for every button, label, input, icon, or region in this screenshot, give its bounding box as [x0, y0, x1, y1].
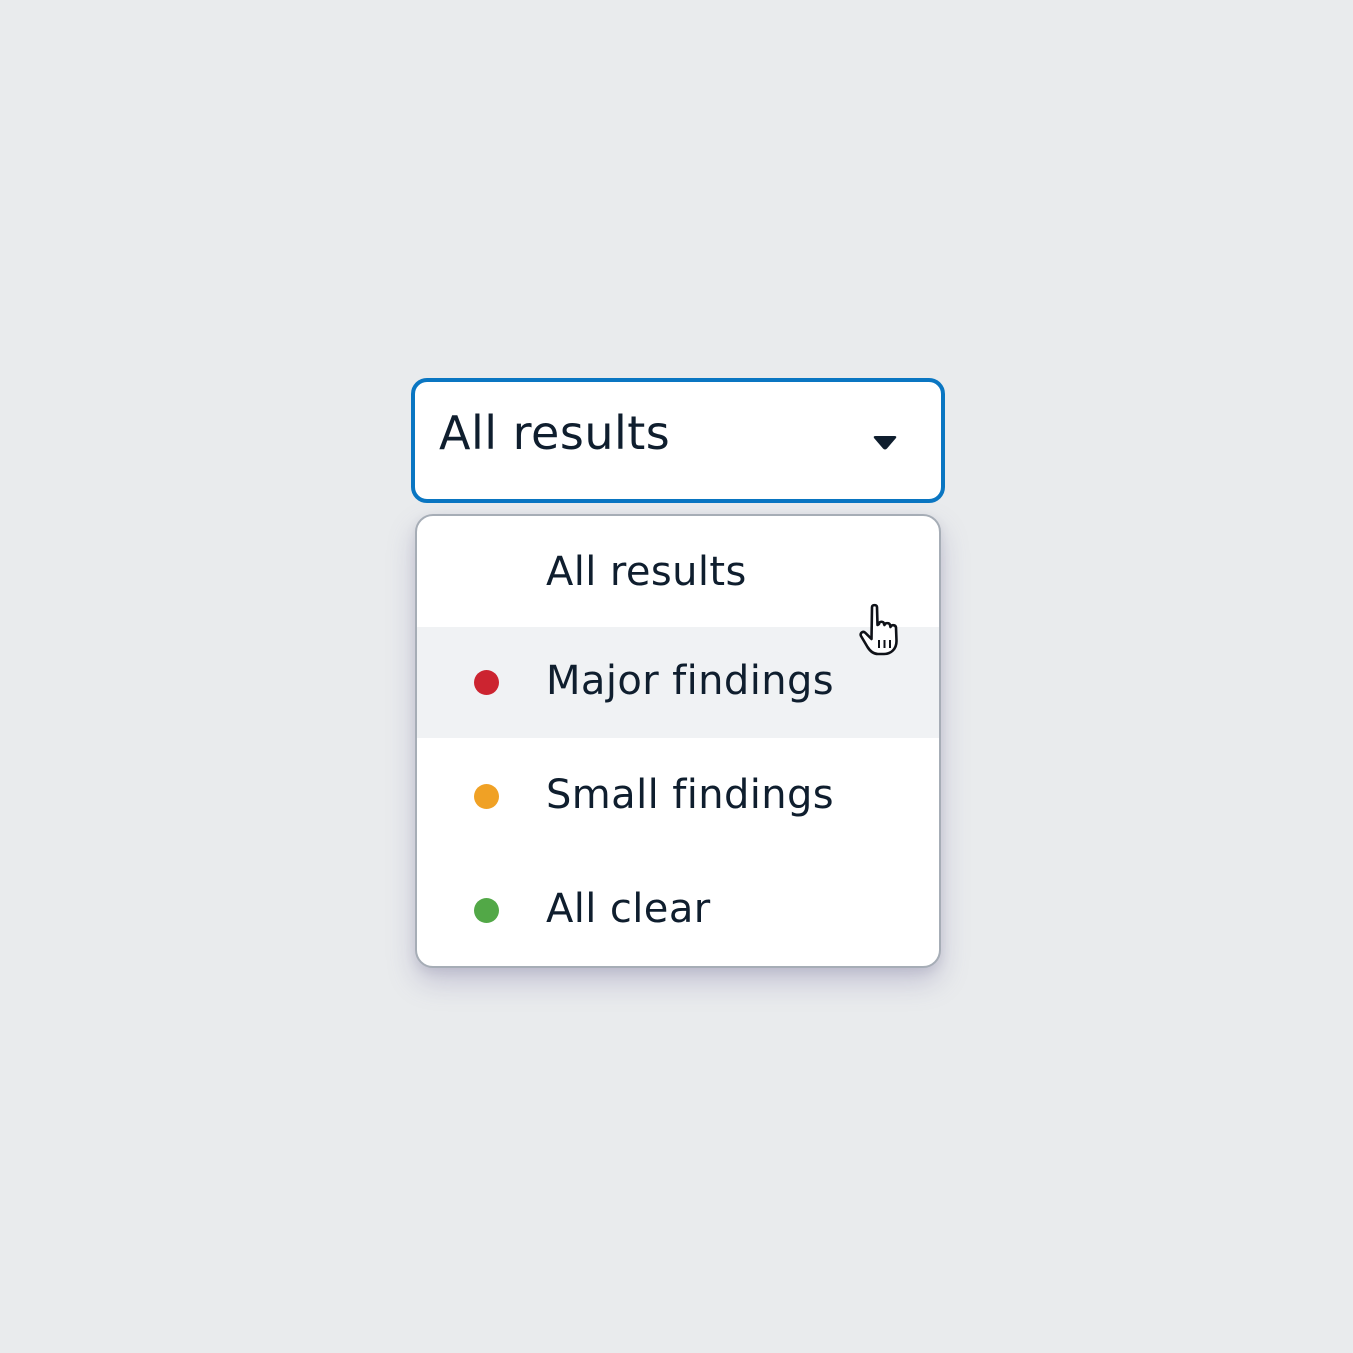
results-filter-menu: All results Major findings Small finding…: [415, 514, 941, 968]
green-status-dot-icon: [474, 898, 499, 923]
option-label: Major findings: [546, 658, 835, 704]
option-label: All results: [546, 549, 747, 595]
option-small-findings[interactable]: Small findings: [417, 741, 939, 852]
option-all-results[interactable]: All results: [417, 518, 939, 629]
option-all-clear[interactable]: All clear: [417, 855, 939, 966]
select-current-value: All results: [439, 406, 671, 460]
red-status-dot-icon: [474, 670, 499, 695]
option-label: All clear: [546, 886, 711, 932]
page-canvas: All results All results Major findings S…: [0, 0, 1353, 1353]
results-filter-select[interactable]: All results: [411, 378, 945, 503]
option-major-findings[interactable]: Major findings: [417, 627, 939, 738]
option-label: Small findings: [546, 772, 835, 818]
orange-status-dot-icon: [474, 784, 499, 809]
caret-down-icon: [873, 436, 897, 450]
